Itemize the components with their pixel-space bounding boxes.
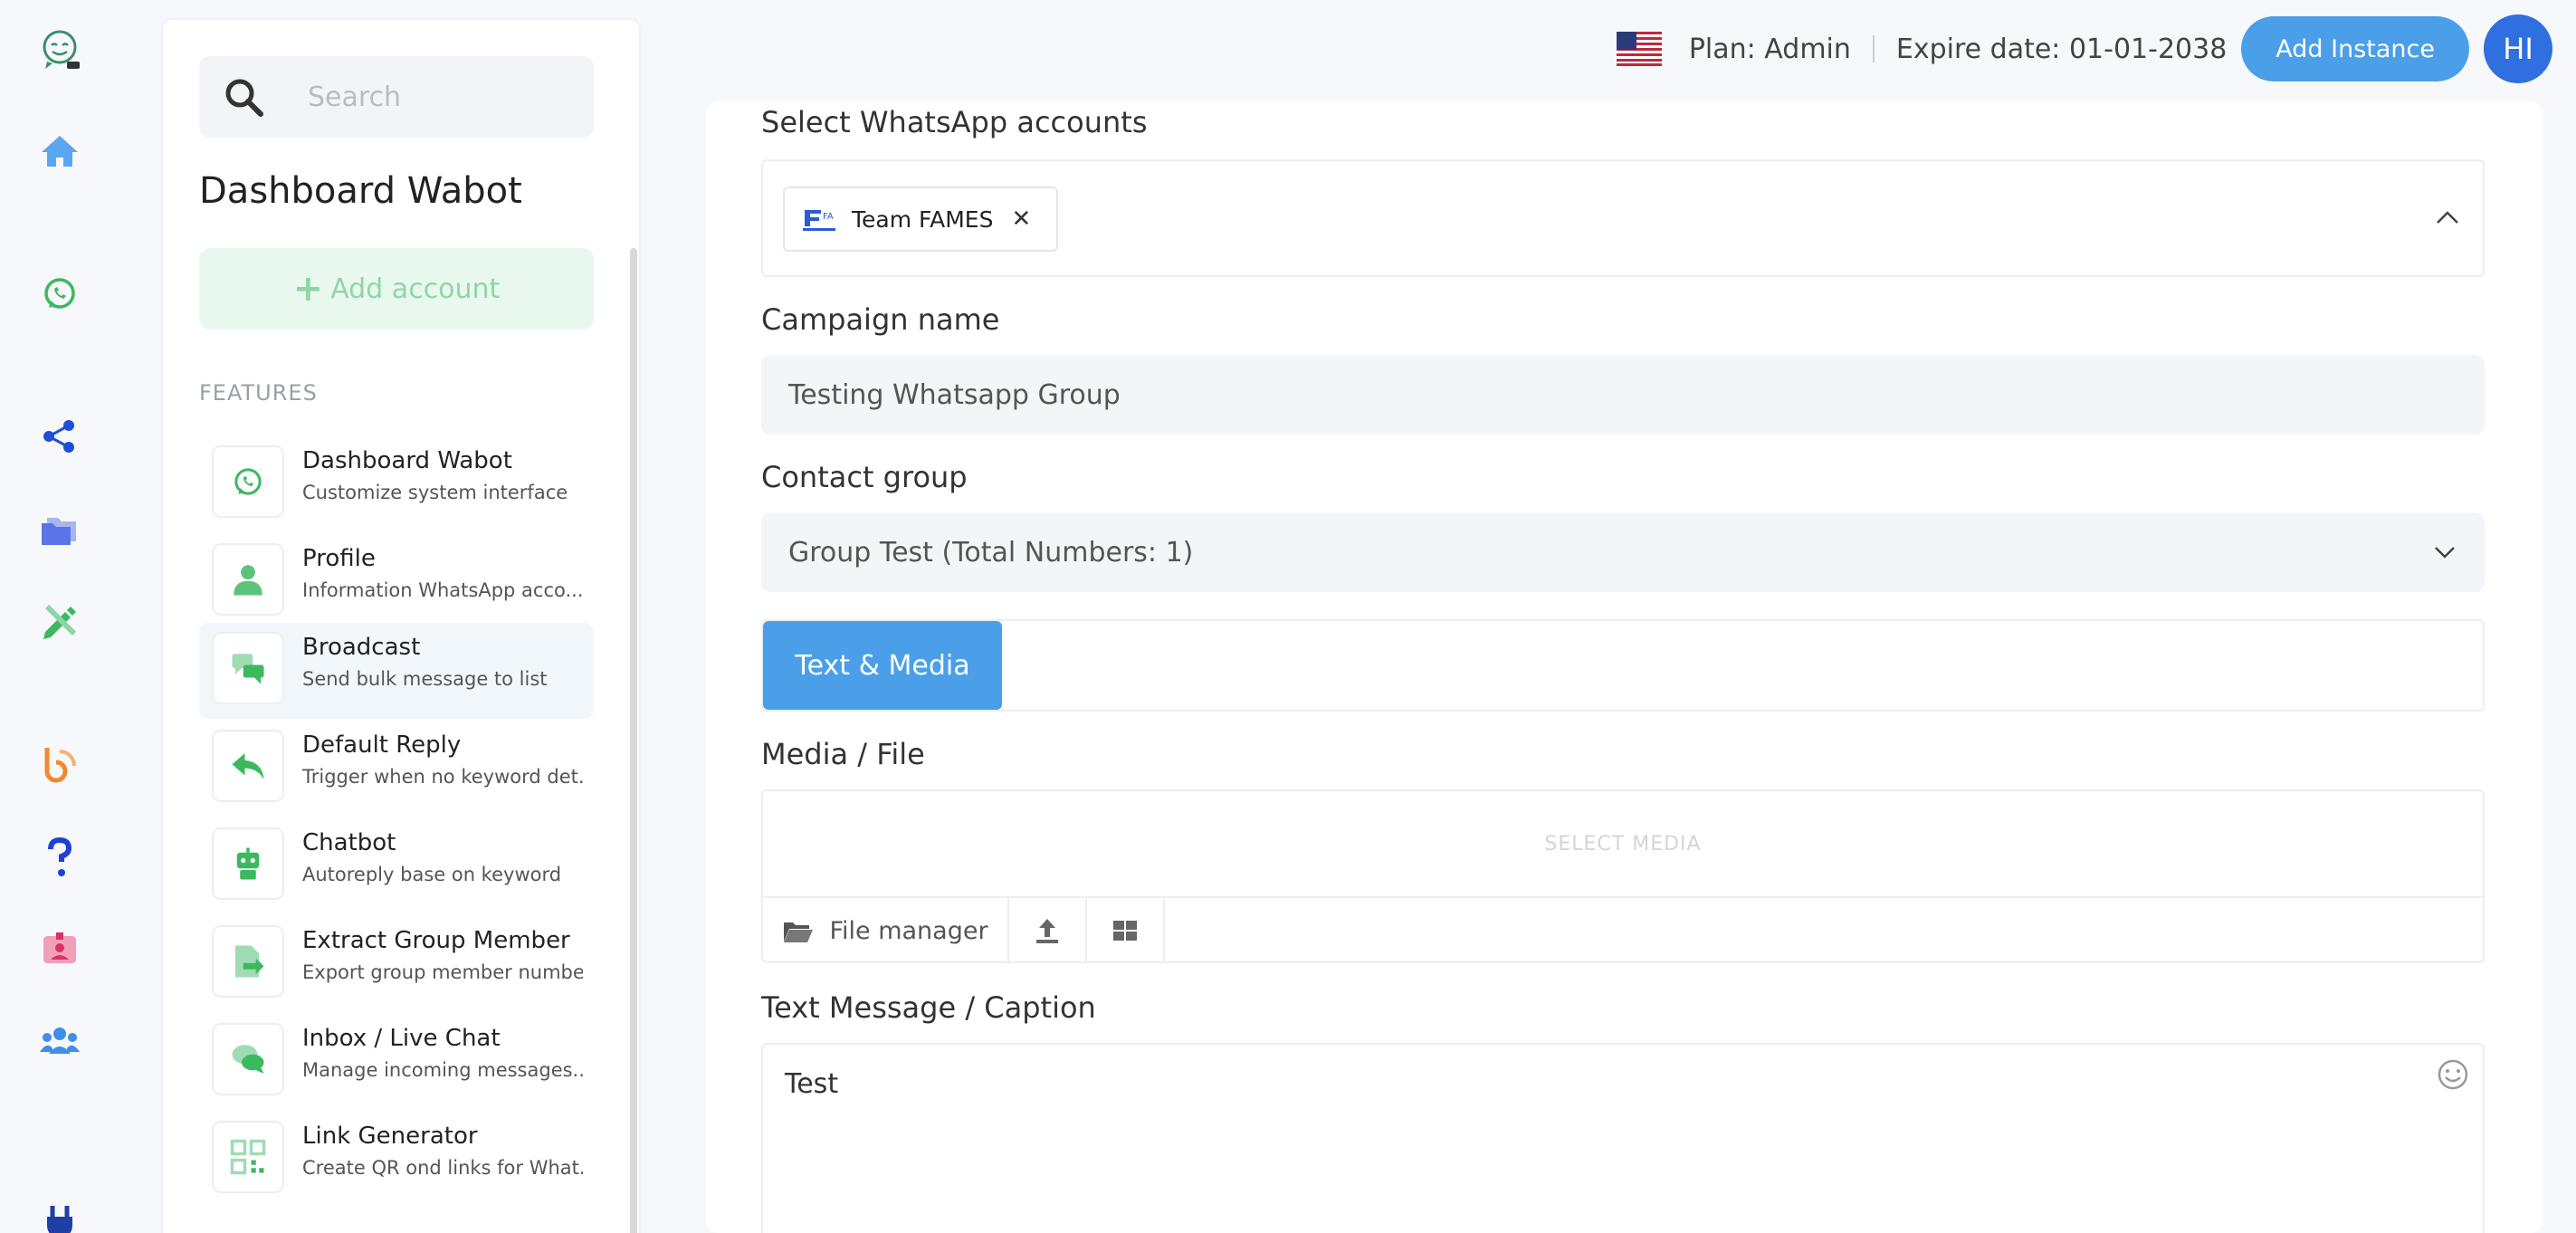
- app-logo-icon[interactable]: [33, 22, 87, 76]
- folder-open-icon: [784, 922, 814, 942]
- whatsapp-icon[interactable]: [33, 266, 87, 320]
- selected-account-name: Team FAMES: [852, 206, 994, 233]
- feature-sidebar: Dashboard Wabot + Add account FEATURES D…: [161, 18, 641, 1233]
- plug-icon[interactable]: [33, 1197, 87, 1233]
- sidebar-item-subtitle: Send bulk message to list: [302, 668, 548, 690]
- sidebar-item-title: Link Generator: [302, 1123, 478, 1150]
- help-icon[interactable]: [33, 829, 87, 884]
- emoji-icon[interactable]: [2436, 1057, 2470, 1092]
- sidebar-item-title: Chatbot: [302, 829, 396, 856]
- contact-group-label: Contact group: [761, 460, 968, 494]
- top-bar: Plan: Admin Expire date: 01-01-2038 Add …: [1616, 14, 2552, 83]
- select-media-dropzone[interactable]: SELECT MEDIA: [763, 791, 2483, 898]
- comments-icon: [212, 1023, 284, 1095]
- sidebar-item-subtitle: Export group member number: [302, 961, 583, 983]
- search-box: [199, 56, 594, 138]
- grid-icon: [1113, 921, 1137, 941]
- sidebar-item-profile[interactable]: Profile Information WhatsApp acco...: [199, 534, 594, 630]
- expire-date-text: Expire date: 01-01-2038: [1895, 33, 2228, 65]
- blog-icon[interactable]: [33, 737, 87, 791]
- message-type-tabs: Text & Media: [761, 619, 2485, 712]
- sidebar-item-title: Profile: [302, 545, 376, 572]
- campaign-name-label: Campaign name: [761, 302, 1000, 337]
- text-message-label: Text Message / Caption: [761, 990, 1096, 1025]
- sidebar-item-broadcast[interactable]: Broadcast Send bulk message to list: [199, 623, 594, 719]
- sidebar-item-subtitle: Manage incoming messages...: [302, 1059, 583, 1081]
- search-icon: [225, 79, 263, 117]
- upload-icon: [1036, 919, 1058, 943]
- users-icon[interactable]: [33, 1014, 87, 1068]
- contact-group-select[interactable]: Group Test (Total Numbers: 1): [761, 512, 2485, 592]
- grid-button[interactable]: [1087, 898, 1165, 963]
- add-account-button[interactable]: + Add account: [199, 248, 594, 330]
- campaign-name-value: Testing Whatsapp Group: [788, 378, 1121, 411]
- user-icon: [212, 543, 284, 616]
- avatar[interactable]: HI: [2484, 14, 2552, 83]
- share-icon[interactable]: [33, 409, 87, 464]
- accounts-select[interactable]: FA Team FAMES ✕: [761, 159, 2485, 277]
- sidebar-item-subtitle: Trigger when no keyword det...: [302, 766, 583, 788]
- file-manager-label: File manager: [829, 916, 988, 945]
- add-instance-button[interactable]: Add Instance: [2241, 16, 2469, 81]
- search-input[interactable]: [308, 74, 561, 119]
- whatsapp-icon: [212, 445, 284, 518]
- pencil-ruler-icon[interactable]: [33, 594, 87, 648]
- sidebar-item-default-reply[interactable]: Default Reply Trigger when no keyword de…: [199, 721, 594, 817]
- icon-rail: [0, 0, 119, 1233]
- id-badge-icon[interactable]: [33, 922, 87, 976]
- sidebar-item-title: Default Reply: [302, 731, 462, 759]
- media-toolbar: File manager: [763, 898, 1165, 963]
- team-logo-icon: FA: [803, 210, 835, 231]
- chevron-up-icon[interactable]: [2432, 203, 2463, 234]
- campaign-name-input[interactable]: Testing Whatsapp Group: [761, 355, 2485, 435]
- sidebar-item-extract-group-member[interactable]: Extract Group Member Export group member…: [199, 916, 594, 1012]
- contact-group-value: Group Test (Total Numbers: 1): [788, 536, 1194, 569]
- sidebar-item-subtitle: Create QR ond links for What...: [302, 1157, 583, 1179]
- qrcode-icon: [212, 1121, 284, 1193]
- sidebar-item-subtitle: Autoreply base on keyword: [302, 864, 562, 885]
- accounts-label: Select WhatsApp accounts: [761, 105, 1148, 139]
- tab-text-media[interactable]: Text & Media: [763, 621, 1002, 710]
- chevron-down-icon: [2435, 547, 2455, 559]
- sidebar-item-chatbot[interactable]: Chatbot Autoreply base on keyword: [199, 818, 594, 914]
- upload-button[interactable]: [1009, 898, 1087, 963]
- sidebar-item-title: Dashboard Wabot: [302, 447, 512, 474]
- plan-text: Plan: Admin: [1688, 33, 1851, 65]
- sidebar-item-title: Extract Group Member: [302, 927, 570, 954]
- plus-icon: +: [292, 268, 324, 310]
- us-flag-icon[interactable]: [1616, 32, 1662, 66]
- sidebar-item-inbox-live-chat[interactable]: Inbox / Live Chat Manage incoming messag…: [199, 1014, 594, 1110]
- features-heading: FEATURES: [199, 380, 318, 406]
- sidebar-item-title: Inbox / Live Chat: [302, 1025, 501, 1052]
- add-account-label: Add account: [330, 272, 501, 305]
- sidebar-item-dashboard-wabot[interactable]: Dashboard Wabot Customize system interfa…: [199, 436, 594, 532]
- chat-bubbles-icon: [212, 632, 284, 704]
- reply-icon: [212, 730, 284, 802]
- text-message-input[interactable]: Test: [761, 1043, 2485, 1233]
- svg-text:FA: FA: [823, 212, 834, 222]
- file-export-icon: [212, 925, 284, 998]
- media-file-label: Media / File: [761, 737, 925, 771]
- sidebar-item-subtitle: Customize system interface: [302, 482, 568, 503]
- broadcast-form: Select WhatsApp accounts FA Team FAMES ✕…: [706, 101, 2543, 1233]
- home-icon[interactable]: [33, 123, 87, 177]
- remove-chip-icon[interactable]: ✕: [1011, 206, 1031, 233]
- sidebar-item-title: Broadcast: [302, 634, 421, 661]
- sidebar-title: Dashboard Wabot: [199, 170, 522, 212]
- sidebar-scrollbar[interactable]: [630, 248, 637, 1233]
- sidebar-item-subtitle: Information WhatsApp acco...: [302, 579, 583, 601]
- selected-account-chip: FA Team FAMES ✕: [783, 186, 1059, 252]
- media-box: SELECT MEDIA File manager: [761, 789, 2485, 963]
- file-manager-button[interactable]: File manager: [763, 898, 1009, 963]
- robot-icon: [212, 827, 284, 900]
- folder-icon[interactable]: [33, 502, 87, 556]
- text-message-value: Test: [785, 1068, 839, 1100]
- sidebar-item-link-generator[interactable]: Link Generator Create QR ond links for W…: [199, 1112, 594, 1208]
- divider: [1872, 35, 1875, 62]
